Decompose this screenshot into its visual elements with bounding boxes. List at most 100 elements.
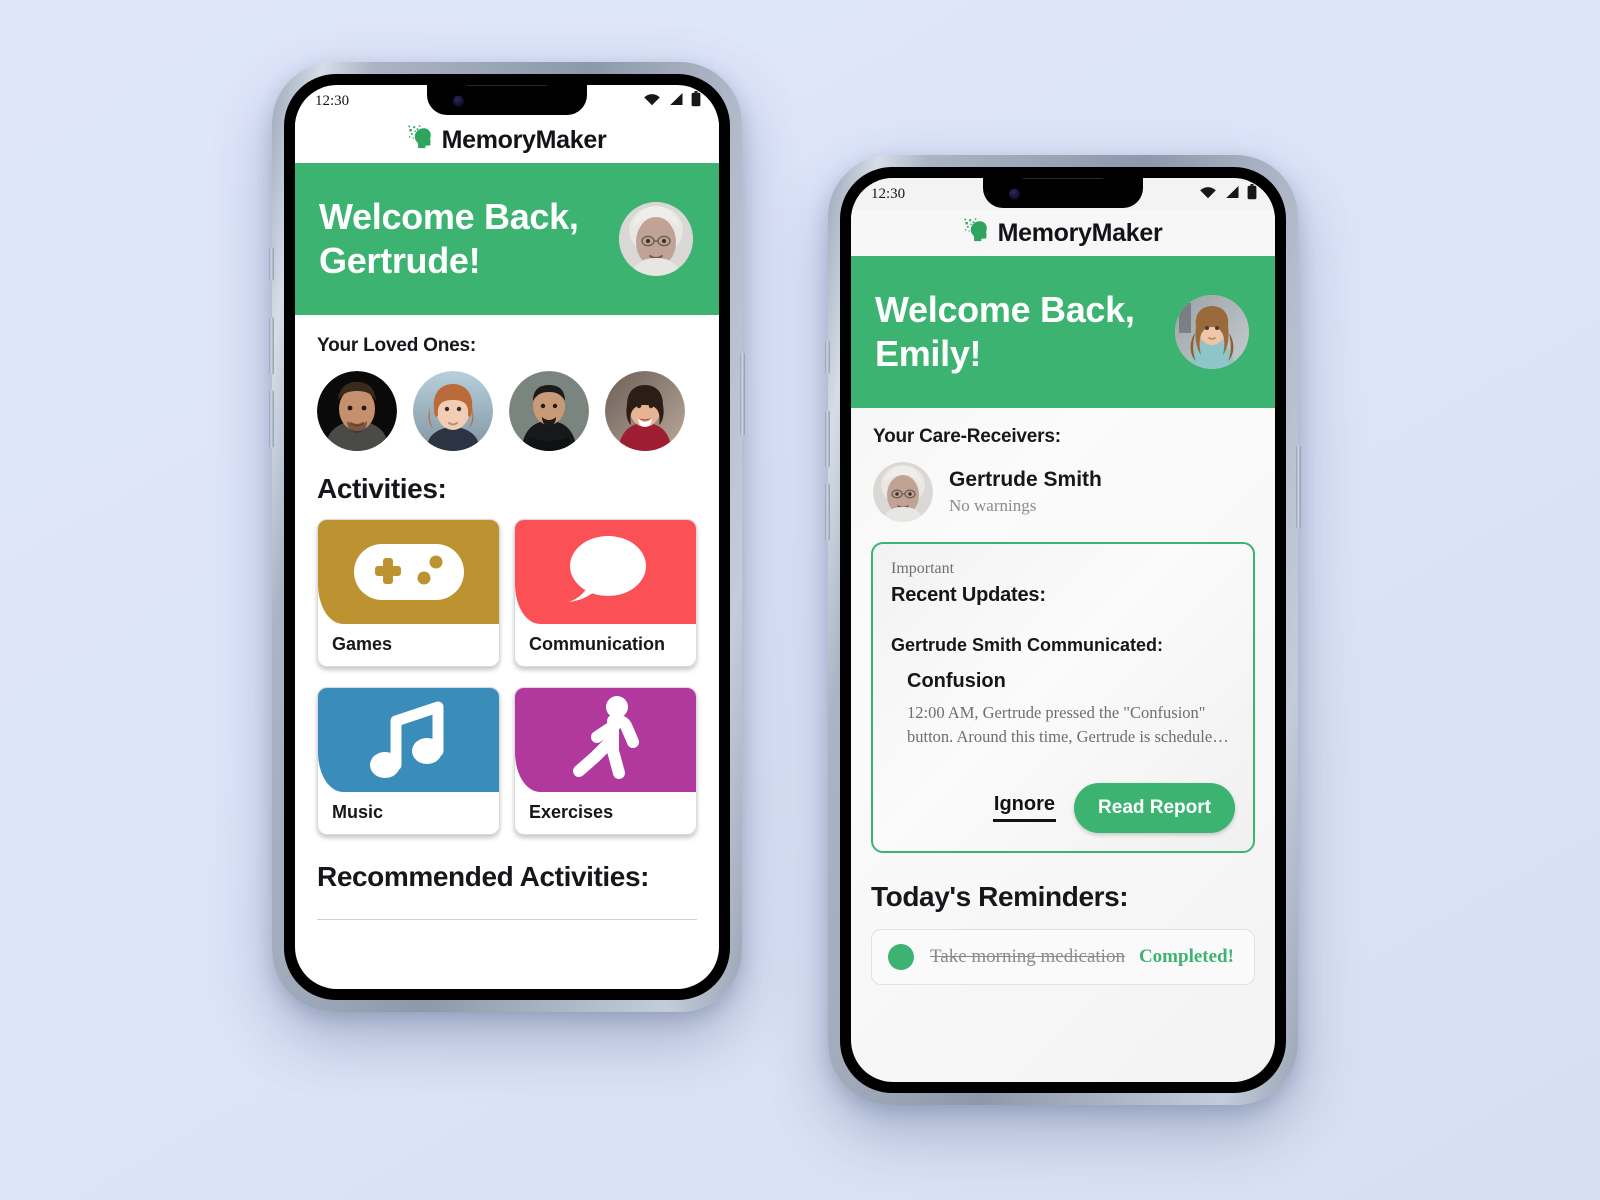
- recommended-divider: [317, 919, 697, 920]
- phone-left-volume-up-button[interactable]: [269, 317, 274, 375]
- activity-card-music[interactable]: Music: [317, 687, 500, 835]
- important-item-title: Confusion: [907, 670, 1006, 692]
- app-brand-left: MemoryMaker: [407, 124, 607, 157]
- loved-ones-label: Your Loved Ones:: [317, 335, 477, 356]
- recommended-section: Recommended Activities:: [295, 835, 719, 920]
- important-card-wrapper: Important Recent Updates: Gertrude Smith…: [851, 522, 1275, 853]
- activity-card-exercises[interactable]: Exercises: [514, 687, 697, 835]
- walking-person-icon: [515, 688, 696, 792]
- care-receiver-row[interactable]: Gertrude Smith No warnings: [873, 462, 1253, 522]
- activity-art-music: [318, 688, 499, 792]
- status-time: 12:30: [315, 92, 350, 109]
- care-receiver-avatar: [873, 462, 933, 522]
- phone-left-screen: 12:30 MemoryMaker Welcome Back, Gertrude…: [295, 85, 719, 989]
- important-card-actions: Ignore Read Report: [891, 782, 1235, 833]
- phone-right-power-button[interactable]: [1296, 445, 1301, 529]
- activity-label-exercises: Exercises: [529, 802, 614, 822]
- status-icons: [1199, 184, 1257, 204]
- hero-greeting-line2: Emily!: [875, 333, 982, 374]
- activities-grid: Games Communication Music Exercises: [317, 519, 697, 835]
- reminder-status: Completed!: [1138, 945, 1234, 967]
- recommended-title: Recommended Activities:: [317, 861, 650, 892]
- care-receiver-name: Gertrude Smith: [949, 468, 1102, 491]
- front-camera-icon: [1009, 188, 1020, 200]
- activity-card-communication[interactable]: Communication: [514, 519, 697, 667]
- care-receivers-label: Your Care-Receivers:: [873, 426, 1061, 447]
- loved-one-4[interactable]: [605, 371, 685, 451]
- reminders-title: Today's Reminders:: [871, 880, 1129, 912]
- activity-label-communication: Communication: [529, 634, 666, 654]
- signal-icon: [668, 92, 684, 110]
- loved-ones-row: [317, 371, 697, 451]
- phone-right-bezel: 12:30 MemoryMaker Welcome Back, Emily! Y…: [840, 167, 1286, 1093]
- important-heading: Recent Updates:: [891, 584, 1046, 606]
- gamepad-icon: [318, 520, 499, 624]
- app-title-right: MemoryMaker: [997, 218, 1163, 247]
- activities-section: Activities: Games Communication Music Ex…: [295, 451, 719, 835]
- activity-card-games[interactable]: Games: [317, 519, 500, 667]
- reminder-text: Take morning medication: [930, 945, 1125, 967]
- avatar-emily: [1175, 295, 1249, 369]
- phone-right-notch: [983, 178, 1143, 208]
- care-receivers-section: Your Care-Receivers: Gertrude Smith No w…: [851, 408, 1275, 522]
- hero-greeting-left: Welcome Back, Gertrude!: [319, 195, 579, 283]
- signal-icon: [1224, 185, 1240, 203]
- battery-icon: [1247, 184, 1257, 204]
- loved-one-2[interactable]: [413, 371, 493, 451]
- avatar-gertrude: [619, 202, 693, 276]
- hero-greeting-right: Welcome Back, Emily!: [875, 288, 1135, 376]
- important-item-body: 12:00 AM, Gertrude pressed the "Confusio…: [907, 703, 1229, 746]
- loved-one-1[interactable]: [317, 371, 397, 451]
- phone-left-volume-down-button[interactable]: [269, 390, 274, 448]
- phone-left: 12:30 MemoryMaker Welcome Back, Gertrude…: [269, 62, 745, 1012]
- activity-label-music: Music: [332, 802, 384, 822]
- care-receiver-status: No warnings: [949, 496, 1037, 515]
- front-camera-icon: [453, 95, 464, 107]
- phone-right-volume-down-button[interactable]: [825, 483, 830, 541]
- music-note-icon: [318, 688, 499, 792]
- app-bar-right: MemoryMaker: [851, 210, 1275, 256]
- memorymaker-logo-icon: [963, 217, 990, 250]
- phone-right-volume-up-button[interactable]: [825, 410, 830, 468]
- reminders-section: Today's Reminders: Take morning medicati…: [851, 853, 1275, 985]
- hero-greeting-line1: Welcome Back,: [319, 196, 579, 238]
- speech-bubble-icon: [515, 520, 696, 624]
- avatar[interactable]: [1175, 295, 1249, 369]
- important-subject: Gertrude Smith Communicated:: [891, 635, 1164, 655]
- reminder-item[interactable]: Take morning medication Completed!: [871, 928, 1255, 985]
- important-card: Important Recent Updates: Gertrude Smith…: [871, 542, 1255, 853]
- important-kicker: Important: [891, 560, 955, 577]
- phone-left-bezel: 12:30 MemoryMaker Welcome Back, Gertrude…: [284, 74, 730, 1000]
- read-report-button[interactable]: Read Report: [1074, 782, 1235, 833]
- activity-art-games: [318, 520, 499, 624]
- phone-right: 12:30 MemoryMaker Welcome Back, Emily! Y…: [825, 155, 1301, 1105]
- ignore-button[interactable]: Ignore: [992, 793, 1057, 823]
- hero-banner-left: Welcome Back, Gertrude!: [295, 163, 719, 315]
- loved-one-3[interactable]: [509, 371, 589, 451]
- phone-left-power-button[interactable]: [740, 352, 745, 436]
- activity-art-exercises: [515, 688, 696, 792]
- avatar[interactable]: [619, 202, 693, 276]
- hero-banner-right: Welcome Back, Emily!: [851, 256, 1275, 408]
- battery-icon: [691, 91, 701, 111]
- app-bar-left: MemoryMaker: [295, 117, 719, 163]
- wifi-icon: [643, 92, 661, 110]
- phone-right-mute-switch[interactable]: [825, 340, 830, 374]
- memorymaker-logo-icon: [407, 124, 434, 157]
- status-icons: [643, 91, 701, 111]
- hero-greeting-line1: Welcome Back,: [875, 289, 1135, 331]
- phone-left-notch: [427, 85, 587, 115]
- phone-right-screen: 12:30 MemoryMaker Welcome Back, Emily! Y…: [851, 178, 1275, 1082]
- app-title-left: MemoryMaker: [441, 125, 607, 154]
- status-time: 12:30: [871, 185, 906, 202]
- activities-title: Activities:: [317, 473, 447, 504]
- activity-art-communication: [515, 520, 696, 624]
- earpiece-speaker: [1021, 178, 1105, 179]
- app-brand-right: MemoryMaker: [963, 217, 1163, 250]
- wifi-icon: [1199, 185, 1217, 203]
- reminder-complete-icon: [888, 943, 914, 970]
- hero-greeting-line2: Gertrude!: [319, 240, 481, 281]
- earpiece-speaker: [465, 85, 549, 86]
- care-receiver-info: Gertrude Smith No warnings: [949, 468, 1102, 516]
- phone-left-mute-switch[interactable]: [269, 247, 274, 281]
